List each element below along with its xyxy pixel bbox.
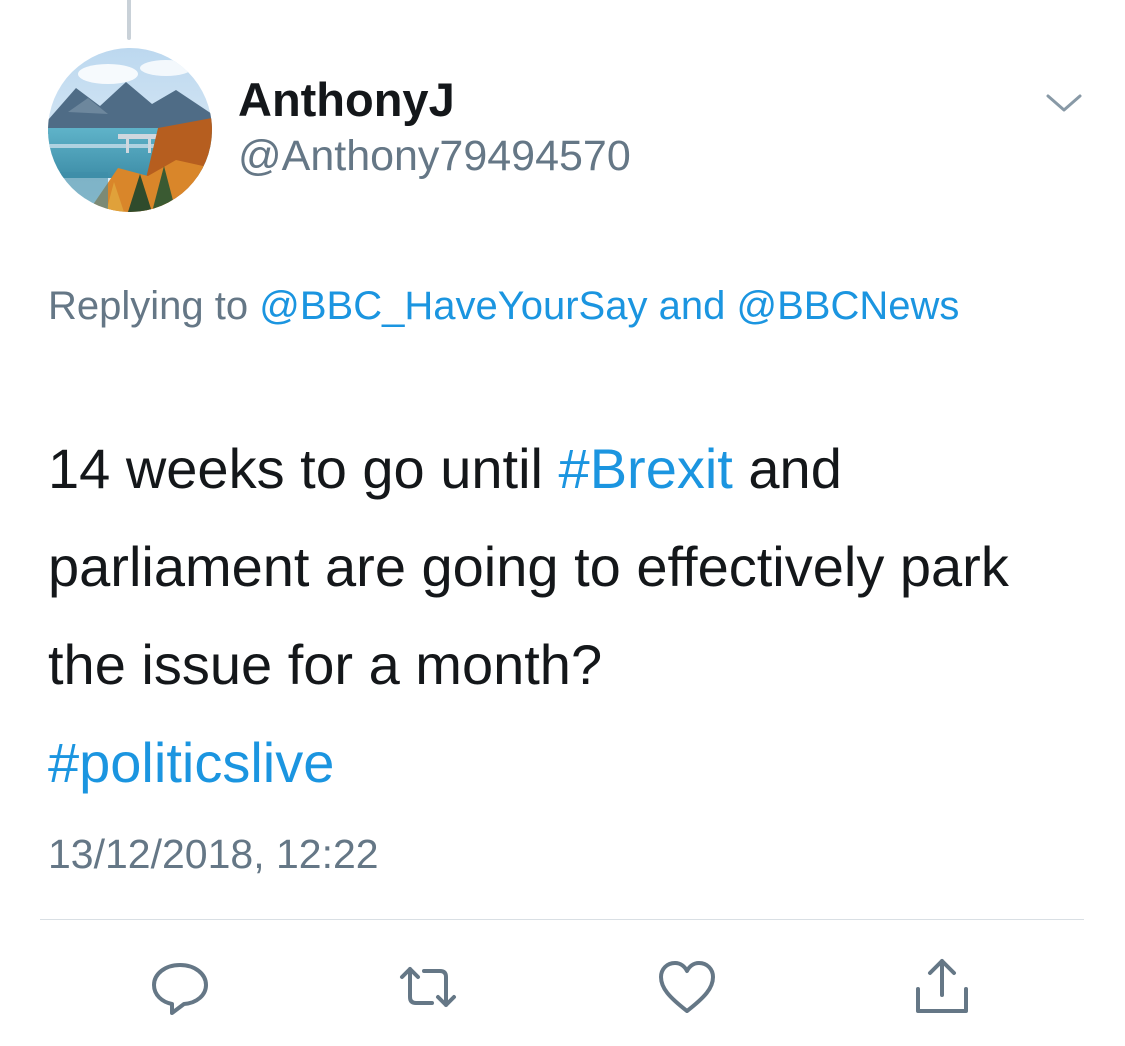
tweet-body: 14 weeks to go until #Brexit and parliam…: [48, 420, 1098, 812]
replying-to-label: Replying to: [48, 284, 249, 328]
divider: [40, 919, 1084, 920]
avatar[interactable]: [48, 48, 212, 212]
mention-conjunction: and: [658, 284, 726, 328]
mention-link-bbcnews[interactable]: @BBCNews: [736, 284, 959, 328]
retweet-button[interactable]: [396, 957, 460, 1017]
avatar-landscape-image: [48, 48, 212, 212]
like-button[interactable]: [655, 957, 719, 1017]
replying-to-line: Replying to @BBC_HaveYourSay and @BBCNew…: [48, 274, 1088, 338]
heart-icon: [659, 961, 715, 1013]
author-display-name[interactable]: AnthonyJ: [238, 72, 455, 128]
chevron-down-icon[interactable]: [1038, 84, 1090, 124]
tweet-timestamp[interactable]: 13/12/2018, 12:22: [48, 826, 379, 882]
hashtag-brexit[interactable]: #Brexit: [559, 437, 733, 500]
thread-connector-line: [127, 0, 131, 40]
mention-link-bbc-haveyoursay[interactable]: @BBC_HaveYourSay: [259, 284, 647, 328]
tweet-text-before: 14 weeks to go until: [48, 437, 559, 500]
reply-button[interactable]: [148, 957, 212, 1017]
author-handle[interactable]: @Anthony79494570: [238, 128, 631, 184]
comment-bubble-icon: [152, 963, 208, 1015]
share-button[interactable]: [910, 957, 974, 1017]
share-upload-icon: [916, 959, 968, 1013]
hashtag-politicslive[interactable]: #politicslive: [48, 731, 334, 794]
retweet-arrows-icon: [400, 967, 456, 1007]
